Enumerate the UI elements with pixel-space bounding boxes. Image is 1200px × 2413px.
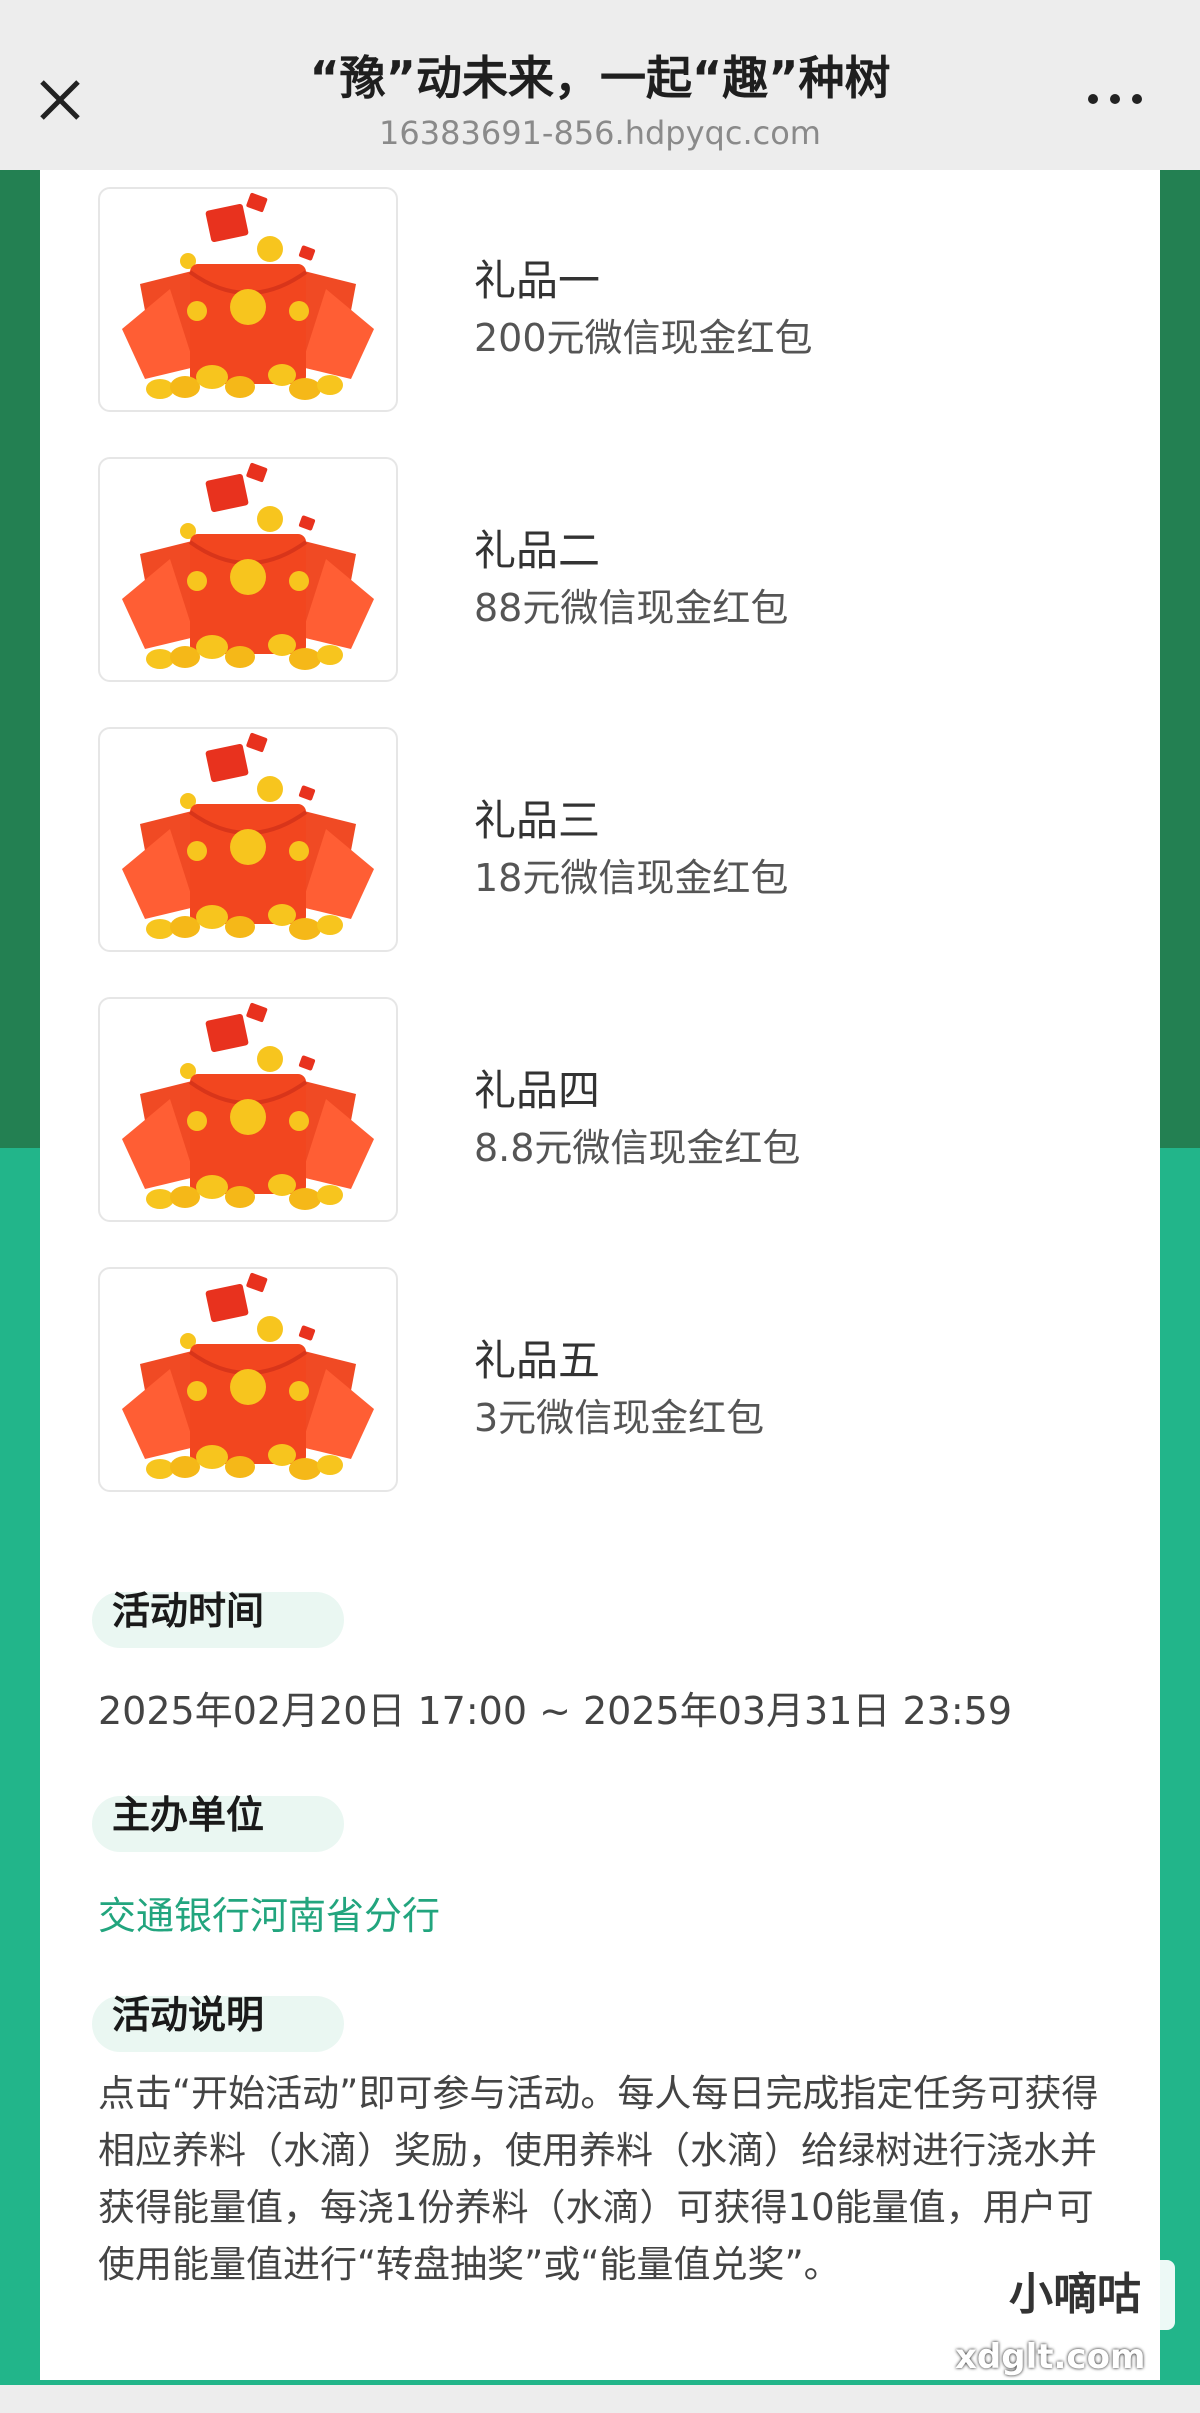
section-label-time: 活动时间: [92, 1589, 344, 1648]
red-envelope-icon: [98, 997, 398, 1222]
gift-desc: 88元微信现金红包: [474, 586, 789, 630]
watermark: 线报首发社区 小嘀咕 xdglt.com: [955, 2205, 1195, 2405]
gift-name: 礼品五: [474, 1336, 601, 1385]
gift-name: 礼品一: [474, 256, 601, 305]
activity-card: 礼品一 200元微信现金红包 礼品二 88元微信现金红包 礼品三 18元微信现金…: [40, 170, 1160, 2380]
activity-time: 2025年02月20日 17:00 ~ 2025年03月31日 23:59: [98, 1689, 1013, 1733]
section-label-description: 活动说明: [92, 1993, 344, 2052]
gift-item: 礼品四 8.8元微信现金红包: [98, 997, 1098, 1222]
section-label-organizer: 主办单位: [92, 1793, 344, 1852]
red-envelope-icon: [98, 727, 398, 952]
gift-item: 礼品一 200元微信现金红包: [98, 187, 1098, 412]
watermark-site: xdglt.com: [955, 2337, 1146, 2377]
gift-name: 礼品二: [474, 526, 601, 575]
organizer-link[interactable]: 交通银行河南省分行: [98, 1885, 440, 1940]
gift-name: 礼品四: [474, 1066, 601, 1115]
gift-item: 礼品三 18元微信现金红包: [98, 727, 1098, 952]
page-title: “豫”动未来，一起“趣”种树: [309, 51, 891, 105]
gift-name: 礼品三: [474, 796, 601, 845]
more-button[interactable]: [1080, 78, 1150, 118]
gift-desc: 18元微信现金红包: [474, 856, 789, 900]
top-bar: “豫”动未来，一起“趣”种树 16383691-856.hdpyqc.com: [0, 0, 1200, 170]
gift-desc: 3元微信现金红包: [474, 1396, 765, 1440]
watermark-caption: 线报首发社区: [985, 2221, 1129, 2249]
red-envelope-icon: [98, 1267, 398, 1492]
watermark-logo: 小嘀咕: [975, 2260, 1175, 2330]
gift-item: 礼品二 88元微信现金红包: [98, 457, 1098, 682]
page-url: 16383691-856.hdpyqc.com: [379, 114, 821, 152]
gift-item: 礼品五 3元微信现金红包: [98, 1267, 1098, 1492]
red-envelope-icon: [98, 187, 398, 412]
gift-desc: 200元微信现金红包: [474, 316, 813, 360]
red-envelope-icon: [98, 457, 398, 682]
gift-desc: 8.8元微信现金红包: [474, 1126, 801, 1170]
